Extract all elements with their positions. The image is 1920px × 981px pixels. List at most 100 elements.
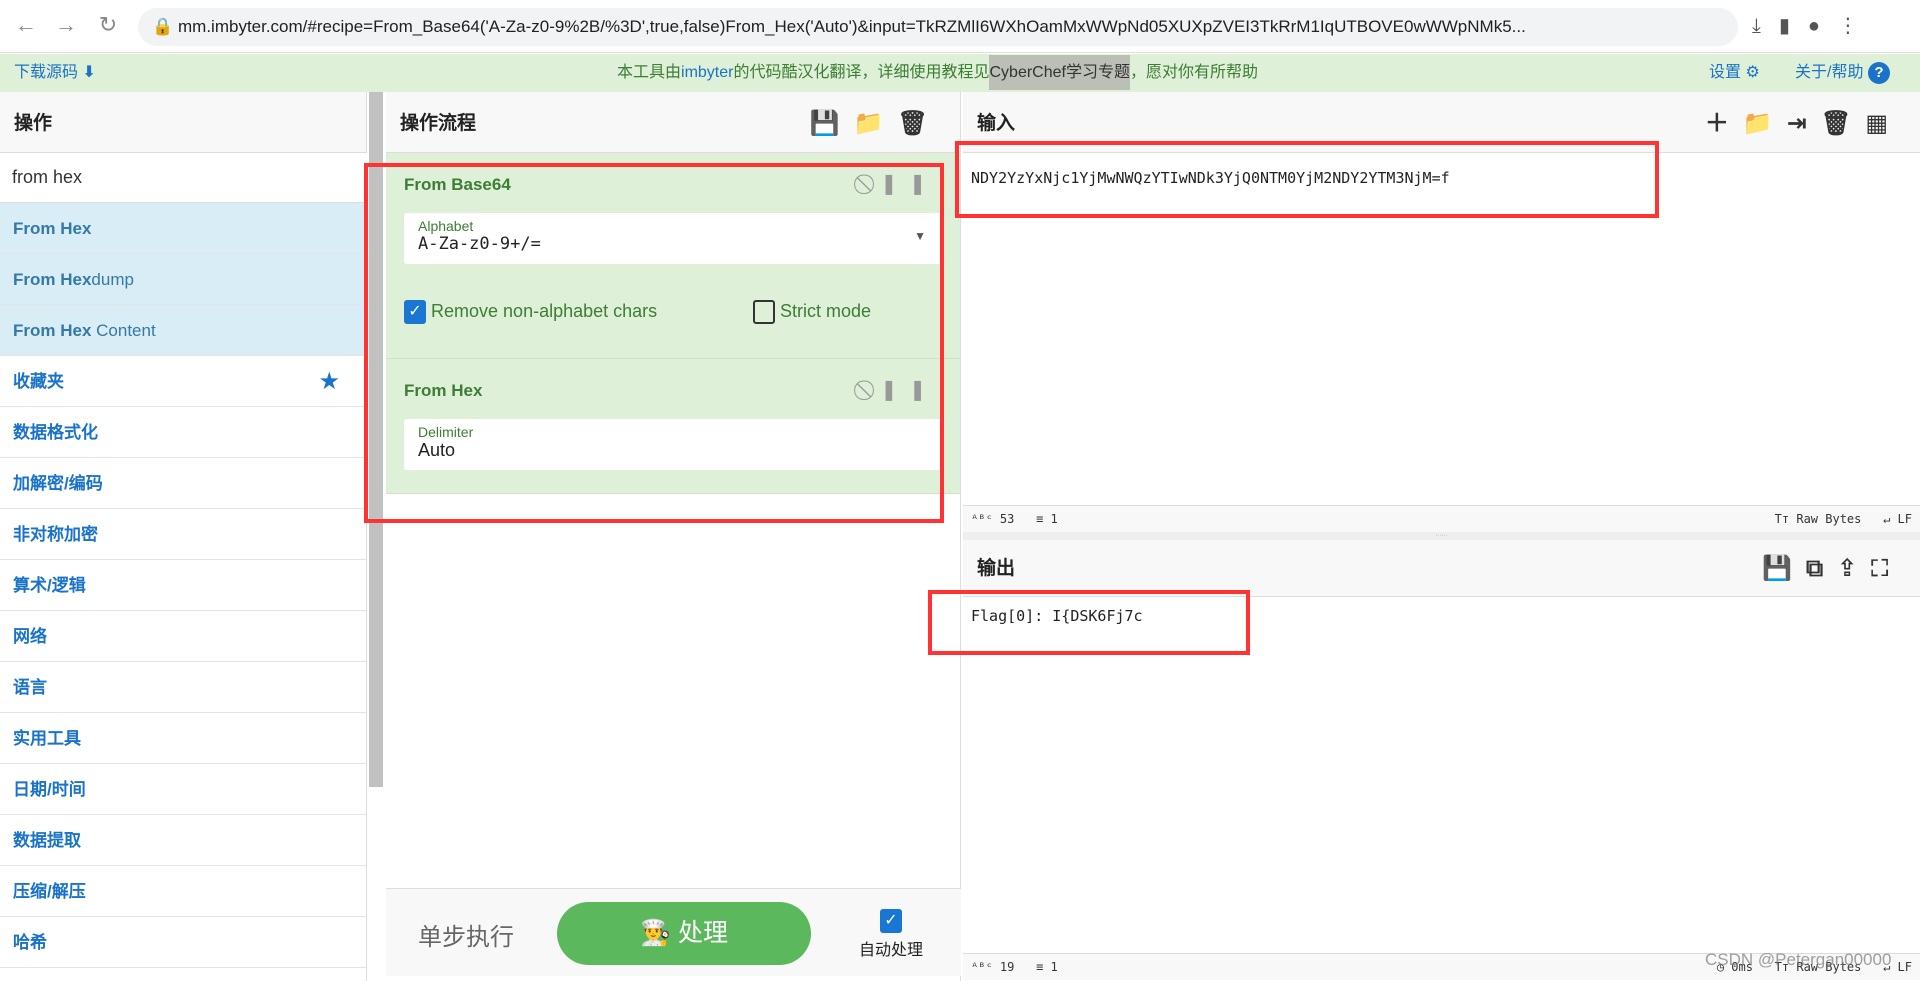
operations-scrollbar[interactable] [369, 92, 383, 787]
input-actions: ＋📁⇥🗑▦ [1705, 92, 1902, 156]
category-item[interactable]: 算术/逻辑 [0, 560, 366, 611]
input-textarea[interactable]: NDY2YzYxNjc1YjMwNWQzYTIwNDk3YjQ0NTM0YjM2… [963, 153, 1920, 505]
address-bar[interactable]: 🔒 mm.imbyter.com/#recipe=From_Base64('A-Z… [138, 8, 1738, 46]
op-label-rest: dump [91, 270, 134, 289]
forward-icon[interactable]: → [52, 12, 80, 38]
output-actions: 💾⧉⇪⛶ [1762, 540, 1902, 598]
alphabet-select[interactable]: Alphabet A-Za-z0-9+/= ▼ [404, 213, 942, 264]
op-title: From Base64 [404, 175, 511, 194]
input-line-count: 1 [1050, 512, 1058, 526]
gear-icon: ⚙ [1745, 64, 1760, 81]
notice-b: 的代码酷汉化翻译，详细使用教程见 [733, 64, 990, 81]
autobake-checkbox[interactable]: ✓ 自动处理 [851, 909, 931, 960]
lock-icon: 🔒 [152, 17, 174, 36]
category-item[interactable]: 数据提取 [0, 815, 366, 866]
disable-icon[interactable]: ⃠ [868, 173, 880, 195]
op-controls: ⃠❚❚ [868, 171, 938, 196]
output-eol[interactable]: LF [1898, 960, 1912, 974]
settings-button[interactable]: 设置 ⚙ [1709, 54, 1760, 92]
category-item[interactable]: 哈希 [0, 917, 366, 968]
input-status-bar: ᴬᴮᶜ 53 ≡ 1 Tт Raw Bytes ↵ LF [963, 505, 1920, 532]
op-from-hex[interactable]: From Hex ⃠❚❚ Delimiter Auto [386, 359, 960, 494]
abc-icon: ᴬᴮᶜ [971, 512, 993, 526]
strict-mode-checkbox[interactable]: Strict mode [753, 300, 871, 324]
input-encoding[interactable]: Raw Bytes [1796, 512, 1861, 526]
about-button[interactable]: 关于/帮助 ? [1795, 54, 1890, 92]
save-icon[interactable]: 💾 [810, 110, 854, 137]
reload-icon[interactable]: ↻ [94, 12, 122, 38]
category-item[interactable]: 非对称加密 [0, 509, 366, 560]
replace-input-icon[interactable]: ⇪ [1837, 555, 1871, 582]
io-panel: 输入 ＋📁⇥🗑▦ NDY2YzYxNjc1YjMwNWQzYTIwNDk3YjQ0… [963, 92, 1920, 981]
watermark: CSDN @Petergan00000 [1705, 950, 1892, 969]
operations-search-input[interactable] [0, 153, 367, 202]
notice-a: 本工具由 [617, 64, 682, 81]
layout-icon[interactable]: ▦ [1865, 110, 1902, 137]
input-char-count: 53 [999, 512, 1015, 526]
plus-icon[interactable]: ＋ [1705, 110, 1743, 137]
op-label-rest: Content [91, 321, 156, 340]
text-encoding-icon[interactable]: Tт [1775, 512, 1789, 526]
download-source-link[interactable]: 下载源码 ⬇ [14, 54, 96, 92]
settings-label: 设置 [1709, 64, 1742, 81]
checkbox-label: Strict mode [780, 300, 872, 321]
output-text[interactable]: Flag[0]: I{DSK6Fj7c [963, 597, 1920, 953]
recipe-controls: 单步执行 👨‍🍳 处理 ✓ 自动处理 [386, 888, 961, 976]
op-from-hex-content[interactable]: From Hex Content [0, 305, 366, 356]
pause-icon[interactable]: ❚❚ [880, 379, 938, 401]
maximise-icon[interactable]: ⛶ [1871, 555, 1902, 582]
category-item[interactable]: 网络 [0, 611, 366, 662]
panel-resize-handle[interactable]: ⋯⋯ [963, 532, 1920, 540]
cyberchef-link[interactable]: CyberChef学习专题 [989, 55, 1130, 90]
step-button[interactable]: 单步执行 [418, 917, 514, 952]
delimiter-select[interactable]: Delimiter Auto [404, 419, 942, 470]
op-controls: ⃠❚❚ [868, 377, 938, 402]
category-item[interactable]: 日期/时间 [0, 764, 366, 815]
dropdown-caret-icon: ▼ [914, 229, 926, 243]
import-icon[interactable]: ⇥ [1787, 110, 1821, 137]
recipe-title: 操作流程 [400, 113, 477, 134]
save-icon[interactable]: 💾 [1762, 555, 1806, 582]
notice-text: 本工具由imbyter的代码酷汉化翻译，详细使用教程见CyberChef学习专题… [617, 54, 1258, 92]
copy-icon[interactable]: ⧉ [1806, 555, 1837, 582]
trash-icon[interactable]: 🗑 [898, 110, 942, 137]
op-label: From Hex [13, 270, 92, 289]
operations-panel: 操作 From Hex From Hexdump From Hex Conten… [0, 92, 367, 981]
field-label: Alphabet [418, 218, 474, 234]
field-value: Auto [418, 440, 456, 460]
output-header: 输出 💾⧉⇪⛶ [963, 540, 1920, 597]
input-title: 输入 [977, 113, 1016, 134]
category-item[interactable]: 语言 [0, 662, 366, 713]
category-item[interactable]: 实用工具 [0, 713, 366, 764]
star-icon[interactable]: ★ [318, 356, 340, 407]
imbyter-link[interactable]: imbyter [681, 64, 733, 81]
pause-icon[interactable]: ❚❚ [880, 173, 938, 195]
op-from-hex[interactable]: From Hex [0, 203, 366, 254]
category-item[interactable]: 压缩/解压 [0, 866, 366, 917]
disable-icon[interactable]: ⃠ [868, 379, 880, 401]
remove-non-alphabet-checkbox[interactable]: ✓ Remove non-alphabet chars [404, 300, 658, 324]
field-label: Delimiter [418, 424, 474, 440]
browser-actions-icon[interactable]: ⤓▮●⋮ [1752, 13, 1876, 38]
bake-label: 处理 [678, 919, 729, 947]
back-icon[interactable]: ← [12, 12, 40, 38]
category-favourites[interactable]: 收藏夹 ★ [0, 356, 366, 407]
recipe-header: 操作流程 💾📁🗑 [386, 92, 960, 153]
op-label: From Hex [13, 219, 92, 238]
bake-button[interactable]: 👨‍🍳 处理 [557, 902, 811, 965]
checkbox-label: Remove non-alphabet chars [431, 300, 658, 321]
category-item[interactable]: 加解密/编码 [0, 458, 366, 509]
notice-banner: 下载源码 ⬇ 本工具由imbyter的代码酷汉化翻译，详细使用教程见CyberC… [0, 54, 1920, 92]
folder-icon[interactable]: 📁 [1743, 110, 1787, 137]
url-text: mm.imbyter.com/#recipe=From_Base64('A-Za… [178, 17, 1526, 36]
folder-icon[interactable]: 📁 [854, 110, 898, 137]
op-from-base64[interactable]: From Base64 ⃠❚❚ Alphabet A-Za-z0-9+/= ▼ … [386, 153, 960, 359]
input-eol[interactable]: LF [1898, 512, 1912, 526]
about-label: 关于/帮助 [1795, 64, 1864, 81]
abc-icon: ᴬᴮᶜ [971, 960, 993, 974]
trash-icon[interactable]: 🗑 [1821, 110, 1865, 137]
category-item[interactable]: 数据格式化 [0, 407, 366, 458]
op-from-hexdump[interactable]: From Hexdump [0, 254, 366, 305]
autobake-label: 自动处理 [858, 942, 923, 959]
help-icon: ? [1867, 62, 1890, 84]
